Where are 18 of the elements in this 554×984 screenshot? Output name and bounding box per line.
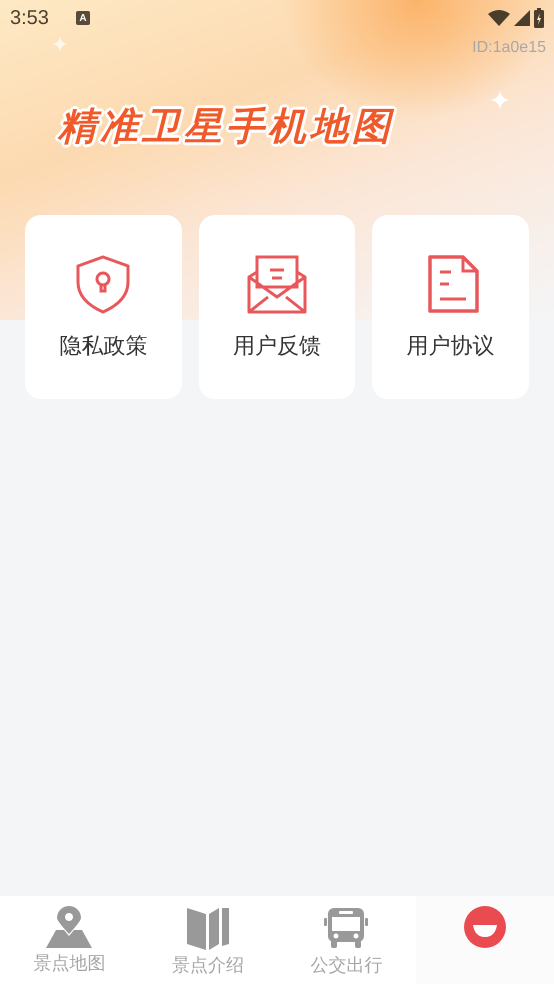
map-pin-icon: [46, 906, 92, 948]
banner-title: 精准卫星手机地图: [58, 103, 394, 150]
book-icon: [184, 906, 231, 950]
battery-icon: [534, 8, 544, 28]
bus-icon: [324, 906, 368, 950]
device-id: ID:1a0e15: [472, 38, 546, 58]
wifi-icon: [488, 10, 510, 26]
menu-card[interactable]: 用户协议: [372, 215, 530, 399]
signal-icon: [514, 10, 530, 26]
sparkle-icon: [52, 36, 68, 52]
menu-card[interactable]: 隐私政策: [25, 215, 182, 399]
status-time: 3:53: [10, 6, 49, 31]
smile-icon: [464, 906, 506, 948]
tab[interactable]: [416, 896, 554, 984]
menu-card[interactable]: 用户反馈: [198, 215, 356, 399]
mail-letter-icon: [246, 253, 308, 315]
notification-icon: A: [76, 11, 90, 25]
sparkle-icon: [490, 90, 510, 110]
